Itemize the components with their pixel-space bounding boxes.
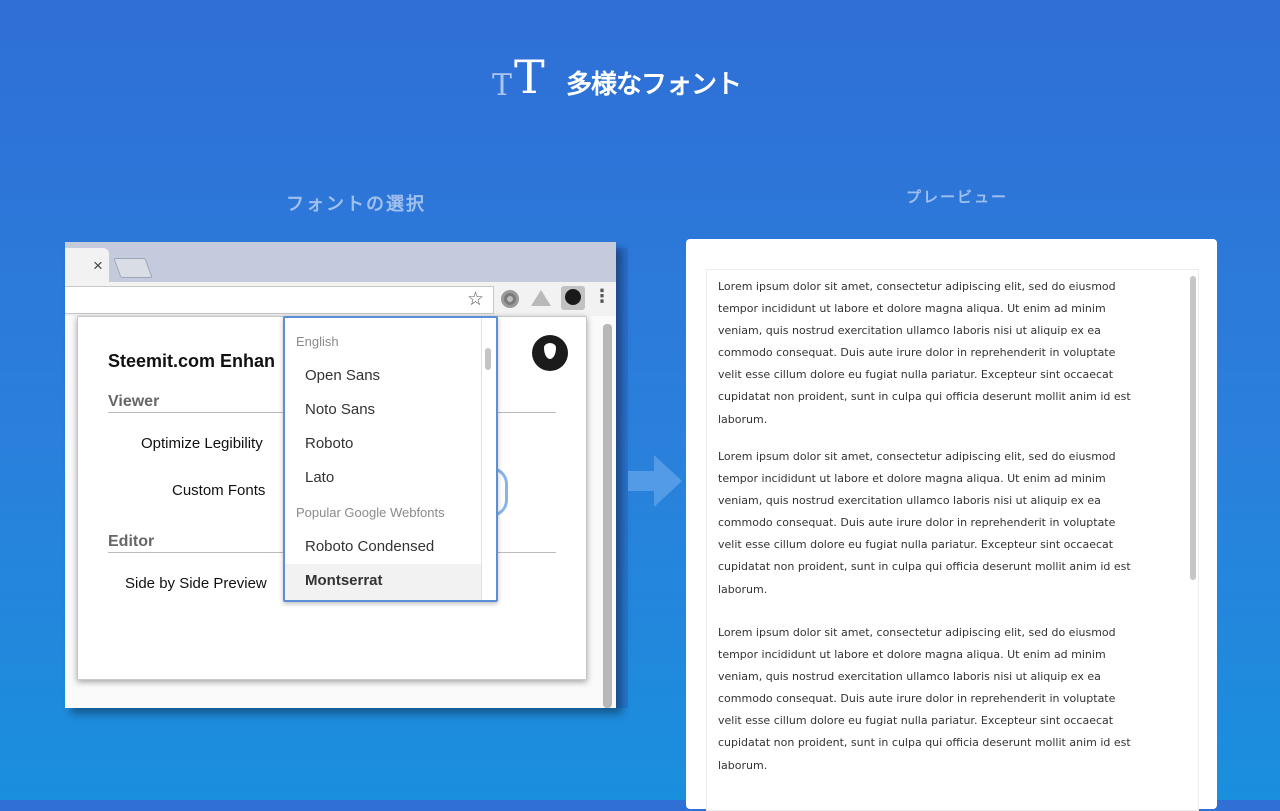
option-roboto[interactable]: Roboto (305, 435, 353, 452)
group-google-webfonts: Popular Google Webfonts (296, 505, 445, 520)
close-icon[interactable]: × (93, 256, 103, 276)
font-dropdown[interactable]: English Open Sans Noto Sans Roboto Lato … (283, 316, 498, 602)
popup-title: Steemit.com Enhan (108, 351, 276, 371)
preview-line: Lorem ipsum dolor sit amet, consectetur … (718, 280, 1116, 293)
option-montserrat[interactable]: Montserrat (305, 572, 383, 589)
dropdown-scroll-track (481, 318, 482, 600)
preview-line: cupidatat non proident, sunt in culpa qu… (718, 736, 1131, 750)
preview-line: tempor incididunt ut labore et dolore ma… (718, 472, 1106, 486)
pen-badge-icon (565, 289, 581, 305)
preview-line: commodo consequat. Duis aute irure dolor… (718, 516, 1116, 530)
tab-bar: × (65, 242, 616, 282)
preview-line: Lorem ipsum dolor sit amet, consectetur … (718, 626, 1116, 639)
preview-line: Lorem ipsum dolor sit amet, consectetur … (718, 450, 1116, 463)
option-open-sans[interactable]: Open Sans (305, 367, 380, 384)
preview-line: laborum. (718, 758, 768, 772)
preview-line: laborum. (718, 412, 768, 426)
preview-panel: Lorem ipsum dolor sit amet, consectetur … (686, 239, 1217, 811)
extension-icon[interactable] (561, 286, 585, 310)
preview-paragraph: Lorem ipsum dolor sit amet, consectetur … (718, 446, 1180, 601)
preview-line: tempor incididunt ut labore et dolore ma… (718, 648, 1106, 662)
menu-icon[interactable]: ⋮ (593, 286, 611, 307)
preview-line: commodo consequat. Duis aute irure dolor… (718, 692, 1116, 706)
group-english: English (296, 334, 339, 349)
preview-label: プレービュー (906, 188, 1009, 206)
option-roboto-condensed[interactable]: Roboto Condensed (305, 538, 434, 555)
preview-text-area: Lorem ipsum dolor sit amet, consectetur … (706, 269, 1199, 811)
preview-line: commodo consequat. Duis aute irure dolor… (718, 346, 1116, 360)
page-title: 多様なフォント (566, 70, 742, 100)
drive-icon[interactable] (531, 290, 551, 306)
page-scrollbar[interactable] (603, 324, 612, 708)
option-noto-sans[interactable]: Noto Sans (305, 401, 375, 418)
arrow-right-icon (628, 455, 682, 507)
logo-big-t: T (514, 50, 545, 104)
preview-line: laborum. (718, 582, 768, 596)
new-tab-button[interactable] (113, 258, 153, 278)
preview-line: velit esse cillum dolore eu fugiat nulla… (718, 368, 1114, 382)
font-selection-label: フォントの選択 (286, 194, 426, 215)
option-optimize-legibility: Optimize Legibility (141, 435, 263, 452)
preview-scrollbar[interactable] (1190, 276, 1196, 580)
option-custom-fonts: Custom Fonts (172, 482, 266, 499)
option-side-by-side-preview: Side by Side Preview (125, 575, 267, 592)
dropdown-scroll-thumb[interactable] (485, 348, 491, 370)
star-icon[interactable]: ☆ (467, 288, 484, 311)
preview-paragraph: Lorem ipsum dolor sit amet, consectetur … (718, 276, 1180, 431)
tt-logo-icon: T T (490, 48, 554, 104)
logo-small-t: T (492, 68, 513, 103)
browser-toolbar: ☆ ⋮ (65, 282, 616, 316)
address-bar[interactable]: ☆ (65, 286, 494, 314)
preview-line: cupidatat non proident, sunt in culpa qu… (718, 560, 1131, 574)
preview-line: cupidatat non proident, sunt in culpa qu… (718, 390, 1131, 404)
preview-line: tempor incididunt ut labore et dolore ma… (718, 302, 1106, 316)
pen-logo-icon (532, 335, 568, 371)
preview-line: veniam, quis nostrud exercitation ullamc… (718, 494, 1101, 508)
preview-paragraph: Lorem ipsum dolor sit amet, consectetur … (718, 622, 1180, 777)
option-lato[interactable]: Lato (305, 469, 334, 486)
browser-shadow (616, 248, 628, 708)
preview-line: velit esse cillum dolore eu fugiat nulla… (718, 714, 1114, 728)
preview-line: veniam, quis nostrud exercitation ullamc… (718, 324, 1101, 338)
preview-line: veniam, quis nostrud exercitation ullamc… (718, 670, 1101, 684)
gear-icon[interactable] (501, 290, 519, 308)
preview-line: velit esse cillum dolore eu fugiat nulla… (718, 538, 1114, 552)
